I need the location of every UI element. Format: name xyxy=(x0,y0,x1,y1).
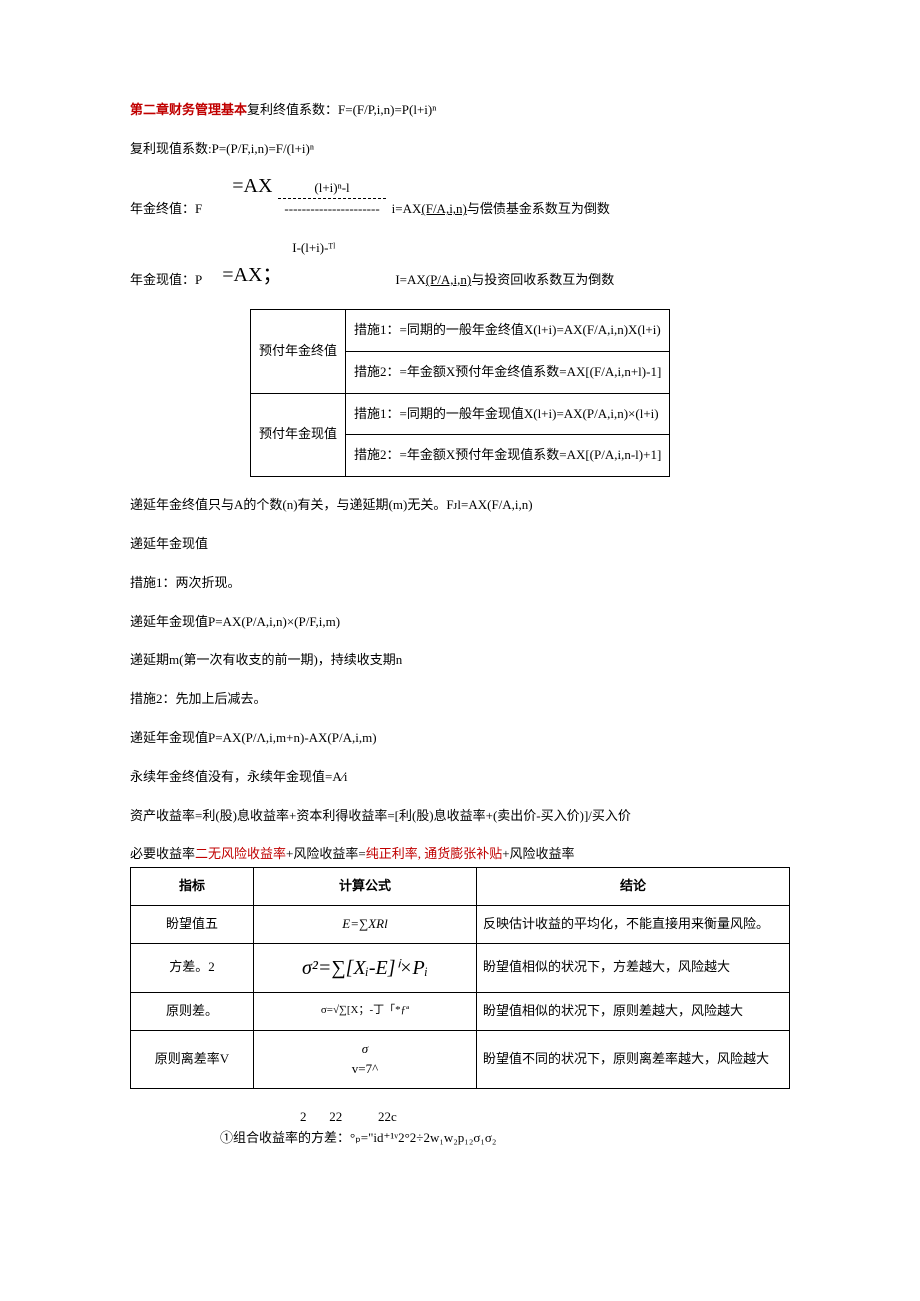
portfolio-label: ①组合收益率的方差： xyxy=(220,1130,350,1145)
portfolio-formula: °ₚ="id⁺¹ᵛ2°2÷2w₁w₂p₁₂σ₁σ₂ xyxy=(350,1130,496,1145)
req-part-2: +风险收益率= xyxy=(286,846,366,861)
cell-cv-conclusion: 盼望值不同的状况下，原则离差率越大，风险越大 xyxy=(477,1030,790,1089)
line-pv-factor: 复利现值系数:P=(P/F,i,n)=F/(l+i)ⁿ xyxy=(130,139,790,160)
annuity-fv-row: 年金终值：F =AX (l+i)ⁿ-l --------------------… xyxy=(130,178,790,221)
cell-prepaid-fv-m2: 措施2：=年金额X预付年金终值系数=AX[(F/A,i,n+l)-1] xyxy=(346,351,670,393)
th-conclusion: 结论 xyxy=(477,868,790,906)
cv-sigma: σ xyxy=(260,1039,470,1060)
annuity-pv-numerator: I-(l+i)-ᵀˡ xyxy=(292,238,335,259)
annuity-fv-eq: =AX xyxy=(232,170,272,202)
para-required-rate: 必要收益率二无风险收益率+风险收益率=纯正利率, 通货膨张补贴+风险收益率 xyxy=(130,844,790,865)
para-method-2: 措施2：先加上后减去。 xyxy=(130,689,790,710)
cell-prepaid-pv: 预付年金现值 xyxy=(251,393,346,477)
annuity-fv-tail-u: (F/A,i,n) xyxy=(421,201,467,216)
stats-table: 指标 计算公式 结论 盼望值五 E=∑XRl 反映估计收益的平均化，不能直接用来… xyxy=(130,867,790,1089)
annuity-fv-tail-1: i=AX xyxy=(392,201,422,216)
annuity-pv-tail-u: (P/A,i,n) xyxy=(426,272,472,287)
para-method-2-formula: 递延年金现值P=AX(P/Λ,i,m+n)-AX(P/A,i,m) xyxy=(130,728,790,749)
req-red-2: 纯正利率, 通货膨张补贴 xyxy=(366,846,503,861)
table-row: 原则离差率V σ v=7^ 盼望值不同的状况下，原则离差率越大，风险越大 xyxy=(131,1030,790,1089)
cell-expected: 盼望值五 xyxy=(131,905,254,943)
cell-variance-conclusion: 盼望值相似的状况下，方差越大，风险越大 xyxy=(477,943,790,992)
req-part-3: +风险收益率 xyxy=(502,846,574,861)
annuity-pv-eq: =AX； xyxy=(222,264,282,286)
annuity-pv-label: 年金现值：P xyxy=(130,270,202,291)
annuity-pv-row: 年金现值：P I-(l+i)-ᵀˡ =AX； I=AX(P/A,i,n)与投资回… xyxy=(130,238,790,291)
table-row: 预付年金现值 措施1：=同期的一般年金现值X(l+i)=AX(P/A,i,n)×… xyxy=(251,393,670,435)
table-row: 原则差。 σ=√∑[X；-丁「*ƒª 盼望值相似的状况下，原则差越大，风险越大 xyxy=(131,992,790,1030)
th-formula: 计算公式 xyxy=(254,868,477,906)
cell-stddev-formula: σ=√∑[X；-丁「*ƒª xyxy=(254,992,477,1030)
annuity-pv-tail-2: 与投资回收系数互为倒数 xyxy=(471,272,614,287)
cell-cv: 原则离差率V xyxy=(131,1030,254,1089)
annuity-fv-fraction: (l+i)ⁿ-l ---------------------- xyxy=(278,178,385,221)
para-defer-period: 递延期m(第一次有收支的前一期)，持续收支期n xyxy=(130,650,790,671)
portfolio-main-line: ①组合收益率的方差：°ₚ="id⁺¹ᵛ2°2÷2w₁w₂p₁₂σ₁σ₂ xyxy=(220,1128,790,1149)
th-indicator: 指标 xyxy=(131,868,254,906)
table-row: 方差。2 σ²=∑[Xᵢ-E]ⁱ×Pᵢ 盼望值相似的状况下，方差越大，风险越大 xyxy=(131,943,790,992)
cell-expected-conclusion: 反映估计收益的平均化，不能直接用来衡量风险。 xyxy=(477,905,790,943)
cell-variance-formula: σ²=∑[Xᵢ-E]ⁱ×Pᵢ xyxy=(302,957,428,979)
annuity-pv-tail: I=AX(P/A,i,n)与投资回收系数互为倒数 xyxy=(395,270,614,291)
chapter-title: 第二章财务管理基本 xyxy=(130,102,247,117)
req-red-1: 二无风险收益率 xyxy=(195,846,286,861)
annuity-fv-dashes: ---------------------- xyxy=(278,199,385,220)
line-fv-factor: 第二章财务管理基本复利终值系数：F=(F/P,i,n)=P(l+i)ⁿ xyxy=(130,100,790,121)
cell-prepaid-pv-m1: 措施1：=同期的一般年金现值X(l+i)=AX(P/A,i,n)×(l+i) xyxy=(346,393,670,435)
para-method-1-formula: 递延年金现值P=AX(P/A,i,n)×(P/F,i,m) xyxy=(130,612,790,633)
cell-prepaid-fv-m1: 措施1：=同期的一般年金终值X(l+i)=AX(F/A,i,n)X(l+i) xyxy=(346,309,670,351)
annuity-fv-tail-2: 与偿债基金系数互为倒数 xyxy=(467,201,610,216)
para-return-rate: 资产收益率=利(股)息收益率+资本利得收益率=[利(股)息收益率+(卖出价-买入… xyxy=(130,806,790,827)
annuity-pv-tail-1: I=AX xyxy=(395,272,425,287)
para-deferred-fv: 递延年金终值只与A的个数(n)有关，与递延期(m)无关。Fᴊl=AX(F/A,i… xyxy=(130,495,790,516)
cv-v-eq: v=7^ xyxy=(260,1059,470,1080)
annuity-fv-label: 年金终值：F xyxy=(130,199,202,220)
table-row: 预付年金终值 措施1：=同期的一般年金终值X(l+i)=AX(F/A,i,n)X… xyxy=(251,309,670,351)
annuity-fv-numerator: (l+i)ⁿ-l xyxy=(278,178,385,200)
portfolio-sup-line: 2 22 22c xyxy=(300,1107,790,1128)
para-perpetual: 永续年金终值没有，永续年金现值=A∕i xyxy=(130,767,790,788)
portfolio-variance-line: 2 22 22c ①组合收益率的方差：°ₚ="id⁺¹ᵛ2°2÷2w₁w₂p₁₂… xyxy=(130,1107,790,1149)
cell-cv-formula: σ v=7^ xyxy=(254,1030,477,1089)
para-method-1: 措施1：两次折现。 xyxy=(130,573,790,594)
table-row: 盼望值五 E=∑XRl 反映估计收益的平均化，不能直接用来衡量风险。 xyxy=(131,905,790,943)
table-header-row: 指标 计算公式 结论 xyxy=(131,868,790,906)
cell-prepaid-fv: 预付年金终值 xyxy=(251,309,346,393)
cell-variance: 方差。2 xyxy=(131,943,254,992)
cell-prepaid-pv-m2: 措施2：=年金额X预付年金现值系数=AX[(P/A,i,n-l)+1] xyxy=(346,435,670,477)
cell-expected-formula: E=∑XRl xyxy=(254,905,477,943)
cell-stddev-conclusion: 盼望值相似的状况下，原则差越大，风险越大 xyxy=(477,992,790,1030)
annuity-fv-tail: i=AX(F/A,i,n)与偿债基金系数互为倒数 xyxy=(392,199,610,220)
fv-factor-text: 复利终值系数：F=(F/P,i,n)=P(l+i)ⁿ xyxy=(247,102,436,117)
req-part-1: 必要收益率 xyxy=(130,846,195,861)
annuity-due-table: 预付年金终值 措施1：=同期的一般年金终值X(l+i)=AX(F/A,i,n)X… xyxy=(250,309,670,477)
cell-stddev: 原则差。 xyxy=(131,992,254,1030)
para-deferred-pv: 递延年金现值 xyxy=(130,534,790,555)
